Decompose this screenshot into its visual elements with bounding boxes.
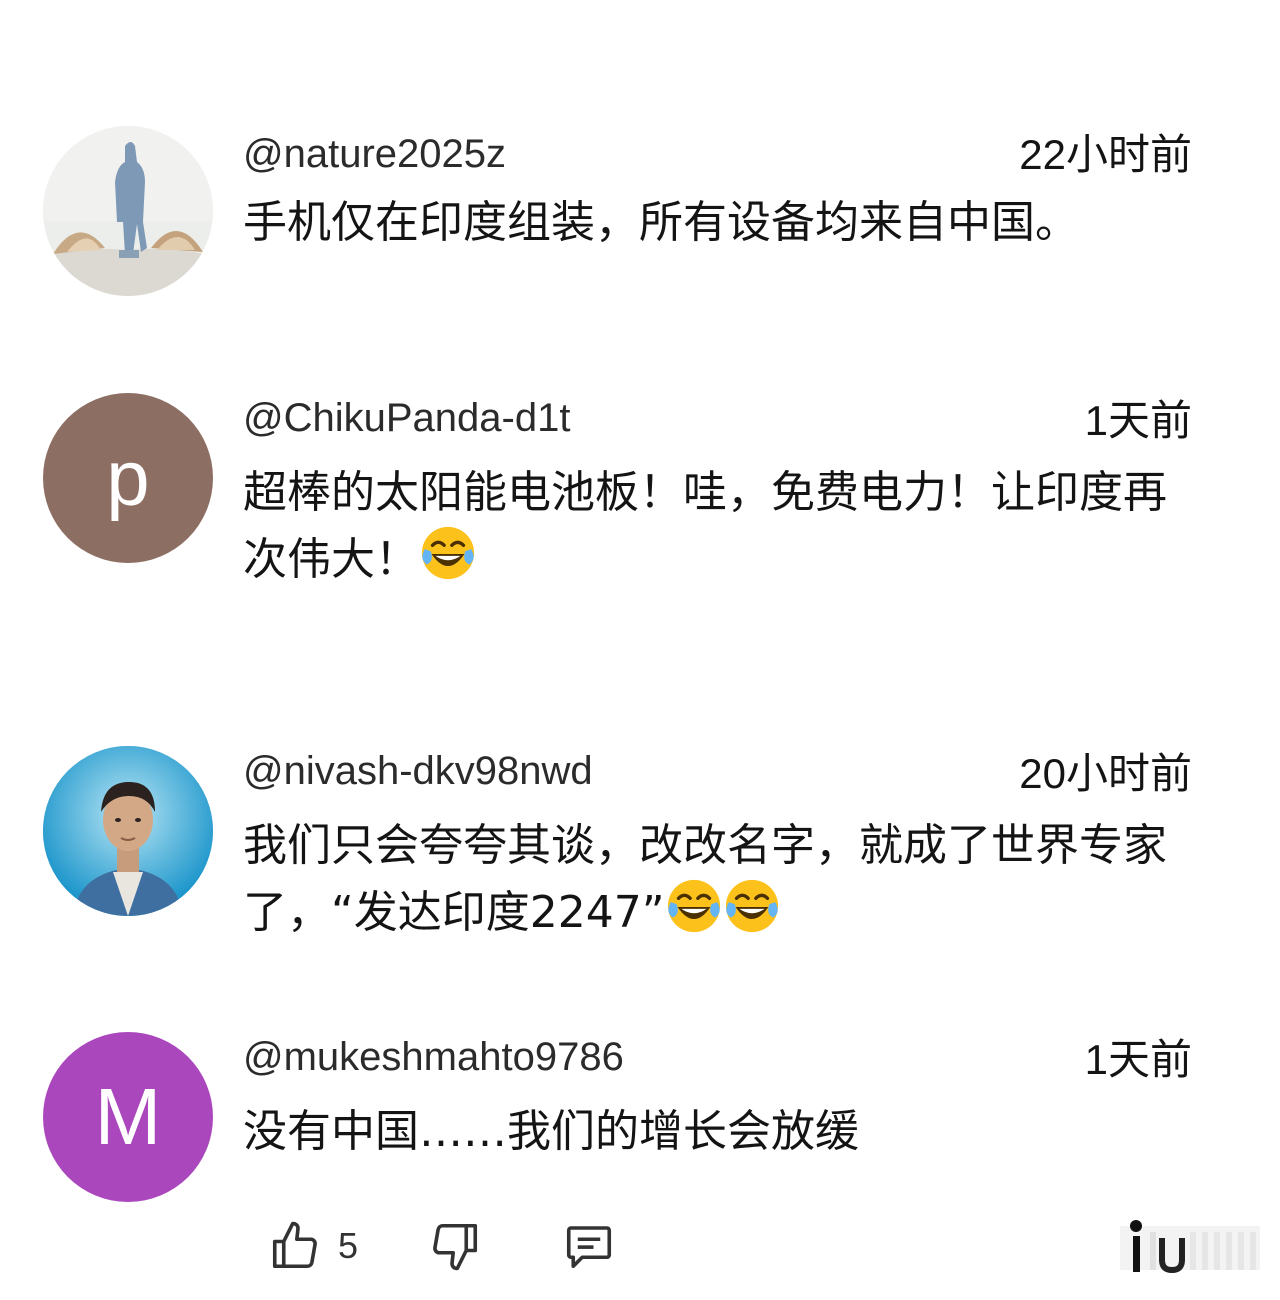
laughing-emoji-icon (421, 526, 475, 580)
person-avatar-image (43, 746, 213, 916)
comment-time: 20小时前 (1019, 750, 1192, 797)
comment-author[interactable]: @nature2025z (243, 134, 506, 174)
comment-text-content: 没有中国……我们的增长会放缓 (243, 1106, 859, 1157)
comment-text-content: 手机仅在印度组装，所有设备均来自中国。 (243, 197, 1079, 248)
statue-avatar-image (43, 126, 213, 296)
comment-time: 1天前 (1084, 397, 1192, 444)
comment-actions: 5 (268, 1214, 616, 1278)
like-count: 5 (338, 1225, 359, 1266)
comment-author[interactable]: @mukeshmahto9786 (243, 1037, 624, 1077)
watermark-logo-icon (1120, 1220, 1260, 1274)
reply-button[interactable] (562, 1219, 616, 1273)
avatar[interactable] (43, 746, 213, 916)
avatar-letter: M (94, 1072, 162, 1161)
comment-author[interactable]: @ChikuPanda-d1t (243, 398, 570, 438)
laughing-emoji-icon (667, 879, 720, 933)
comment-text: 没有中国……我们的增长会放缓 (243, 1101, 1193, 1163)
thumbs-down-icon (433, 1223, 478, 1271)
avatar-letter: p (106, 434, 150, 522)
reply-icon (566, 1226, 612, 1269)
dislike-button[interactable] (428, 1219, 482, 1273)
comment-time: 1天前 (1084, 1036, 1192, 1083)
laughing-emoji-icon (725, 879, 778, 933)
comment-text-content: 超棒的太阳能电池板！哇，免费电力！让印度再次伟大！ (243, 467, 1167, 585)
comment-text: 我们只会夸夸其谈，改改名字，就成了世界专家了，“发达印度2247” (243, 815, 1193, 944)
watermark-logo (1120, 1214, 1260, 1280)
comment-text: 超棒的太阳能电池板！哇，免费电力！让印度再次伟大！ (243, 462, 1193, 591)
avatar[interactable]: p (43, 393, 213, 563)
comment-time: 22小时前 (1019, 131, 1192, 178)
comment-text: 手机仅在印度组装，所有设备均来自中国。 (243, 192, 1193, 254)
avatar[interactable] (43, 126, 213, 296)
like-button[interactable]: 5 (268, 1219, 358, 1273)
comment-author[interactable]: @nivash-dkv98nwd (243, 751, 593, 791)
thumbs-up-icon (272, 1221, 317, 1269)
avatar[interactable]: M (43, 1032, 213, 1202)
